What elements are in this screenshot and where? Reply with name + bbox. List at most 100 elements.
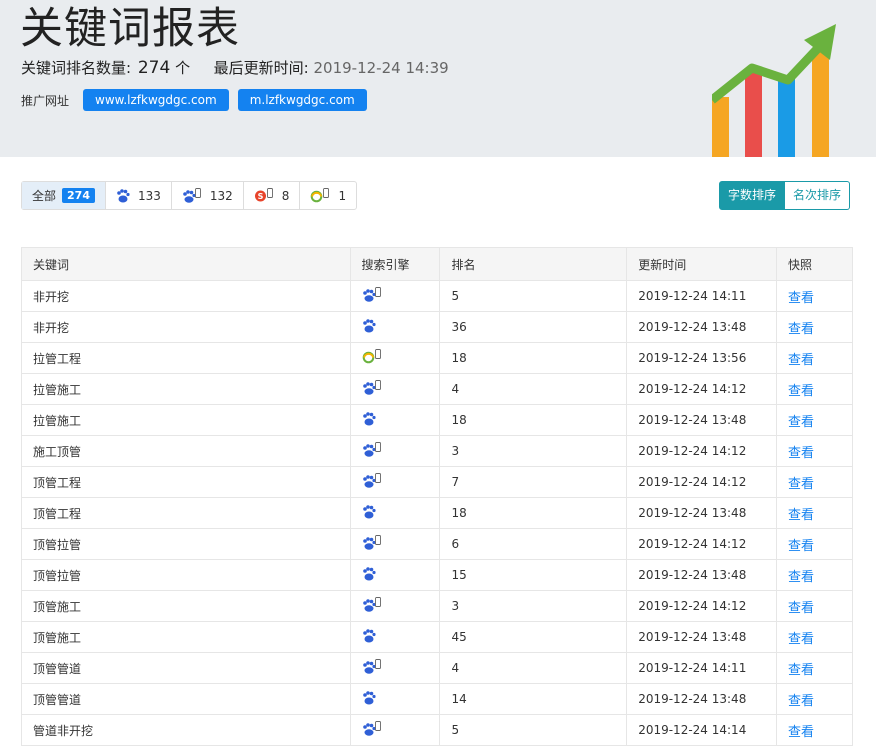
keyword-cell: 顶管管道: [21, 652, 351, 684]
filter-baidu-mobile[interactable]: 132: [172, 182, 244, 209]
snapshot-link[interactable]: 查看: [776, 280, 853, 312]
time-cell: 2019-12-24 13:48: [626, 683, 778, 715]
filter-all-count: 274: [62, 188, 95, 203]
baidu-pc-icon: [116, 188, 130, 203]
rank-cell: 5: [439, 714, 628, 746]
snapshot-link[interactable]: 查看: [776, 714, 853, 746]
engine-cell: [349, 280, 441, 312]
filter-360-mobile-count: 1: [338, 188, 347, 203]
col-rank: 排名: [439, 247, 628, 281]
page-title: 关键词报表: [20, 4, 240, 54]
keyword-cell: 非开挖: [21, 280, 351, 312]
time-cell: 2019-12-24 13:48: [626, 311, 778, 343]
baidu-mobile-icon: [362, 597, 382, 612]
rank-cell: 18: [439, 497, 628, 529]
filter-all[interactable]: 全部 274: [22, 182, 106, 209]
engine-cell: [349, 342, 441, 374]
engine-cell: [349, 559, 441, 591]
time-cell: 2019-12-24 13:56: [626, 342, 778, 374]
filter-baidu-mobile-count: 132: [209, 188, 233, 203]
promo-url-pc[interactable]: www.lzfkwgdgc.com: [83, 89, 229, 111]
time-cell: 2019-12-24 14:12: [626, 466, 778, 498]
rank-cell: 3: [439, 435, 628, 467]
filter-sogou-mobile[interactable]: S 8: [244, 182, 301, 209]
rank-cell: 7: [439, 466, 628, 498]
engine-cell: [349, 621, 441, 653]
table-header-row: 关键词 搜索引擎 排名 更新时间 快照: [21, 247, 853, 281]
engine-cell: [349, 311, 441, 343]
keyword-cell: 拉管工程: [21, 342, 351, 374]
rank-cell: 18: [439, 342, 628, 374]
col-keyword: 关键词: [21, 247, 351, 281]
time-cell: 2019-12-24 13:48: [626, 404, 778, 436]
table-row: 拉管施工 4 2019-12-24 14:12 查看: [21, 373, 853, 405]
sort-by-rank-button[interactable]: 名次排序: [785, 181, 851, 210]
time-cell: 2019-12-24 13:48: [626, 559, 778, 591]
snapshot-link[interactable]: 查看: [776, 621, 853, 653]
report-stats: 关键词排名数量: 274 个 最后更新时间: 2019-12-24 14:39: [21, 57, 449, 78]
360-mobile-icon: [362, 349, 382, 364]
sort-toggle: 字数排序 名次排序: [719, 181, 851, 210]
engine-cell: [349, 435, 441, 467]
rank-cell: 5: [439, 280, 628, 312]
keyword-cell: 顶管工程: [21, 497, 351, 529]
engine-cell: [349, 714, 441, 746]
snapshot-link[interactable]: 查看: [776, 373, 853, 405]
filter-baidu-pc-count: 133: [137, 188, 161, 203]
col-time: 更新时间: [626, 247, 778, 281]
keyword-cell: 非开挖: [21, 311, 351, 343]
snapshot-link[interactable]: 查看: [776, 528, 853, 560]
keyword-cell: 顶管拉管: [21, 528, 351, 560]
keyword-cell: 顶管工程: [21, 466, 351, 498]
keyword-table: 关键词 搜索引擎 排名 更新时间 快照 非开挖 5 2019-12-24 14:11…: [21, 247, 853, 746]
table-row: 顶管施工 3 2019-12-24 14:12 查看: [21, 590, 853, 622]
rank-cell: 15: [439, 559, 628, 591]
time-cell: 2019-12-24 14:14: [626, 714, 778, 746]
baidu-mobile-icon: [182, 188, 202, 203]
time-cell: 2019-12-24 13:48: [626, 497, 778, 529]
snapshot-link[interactable]: 查看: [776, 497, 853, 529]
baidu-pc-icon: [362, 690, 376, 705]
time-cell: 2019-12-24 14:11: [626, 280, 778, 312]
rank-cell: 3: [439, 590, 628, 622]
keyword-cell: 拉管施工: [21, 404, 351, 436]
snapshot-link[interactable]: 查看: [776, 311, 853, 343]
snapshot-link[interactable]: 查看: [776, 404, 853, 436]
filter-sogou-mobile-count: 8: [281, 188, 290, 203]
updated-value: 2019-12-24 14:39: [313, 59, 449, 77]
keyword-cell: 顶管拉管: [21, 559, 351, 591]
sort-by-length-button[interactable]: 字数排序: [719, 181, 786, 210]
col-snapshot: 快照: [776, 247, 853, 281]
table-body: 非开挖 5 2019-12-24 14:11 查看 非开挖 36 2019-12-24 13…: [21, 280, 853, 746]
promo-urls: 推广网址 www.lzfkwgdgc.com m.lzfkwgdgc.com: [21, 89, 376, 111]
baidu-pc-icon: [362, 318, 376, 333]
filter-360-mobile[interactable]: 1: [300, 182, 356, 209]
baidu-pc-icon: [362, 628, 376, 643]
rank-cell: 36: [439, 311, 628, 343]
keyword-cell: 拉管施工: [21, 373, 351, 405]
snapshot-link[interactable]: 查看: [776, 683, 853, 715]
snapshot-link[interactable]: 查看: [776, 590, 853, 622]
snapshot-link[interactable]: 查看: [776, 652, 853, 684]
table-row: 顶管管道 4 2019-12-24 14:11 查看: [21, 652, 853, 684]
baidu-mobile-icon: [362, 721, 382, 736]
keyword-cell: 顶管管道: [21, 683, 351, 715]
engine-cell: [349, 404, 441, 436]
engine-cell: [349, 652, 441, 684]
filter-baidu-pc[interactable]: 133: [106, 182, 172, 209]
time-cell: 2019-12-24 13:48: [626, 621, 778, 653]
filter-all-label: 全部: [32, 189, 57, 203]
rank-cell: 18: [439, 404, 628, 436]
engine-cell: [349, 590, 441, 622]
baidu-mobile-icon: [362, 535, 382, 550]
snapshot-link[interactable]: 查看: [776, 466, 853, 498]
rank-cell: 4: [439, 373, 628, 405]
snapshot-link[interactable]: 查看: [776, 435, 853, 467]
snapshot-link[interactable]: 查看: [776, 559, 853, 591]
snapshot-link[interactable]: 查看: [776, 342, 853, 374]
time-cell: 2019-12-24 14:12: [626, 435, 778, 467]
table-row: 施工顶管 3 2019-12-24 14:12 查看: [21, 435, 853, 467]
table-row: 拉管施工 18 2019-12-24 13:48 查看: [21, 404, 853, 436]
promo-url-mobile[interactable]: m.lzfkwgdgc.com: [237, 89, 367, 111]
keyword-cell: 施工顶管: [21, 435, 351, 467]
